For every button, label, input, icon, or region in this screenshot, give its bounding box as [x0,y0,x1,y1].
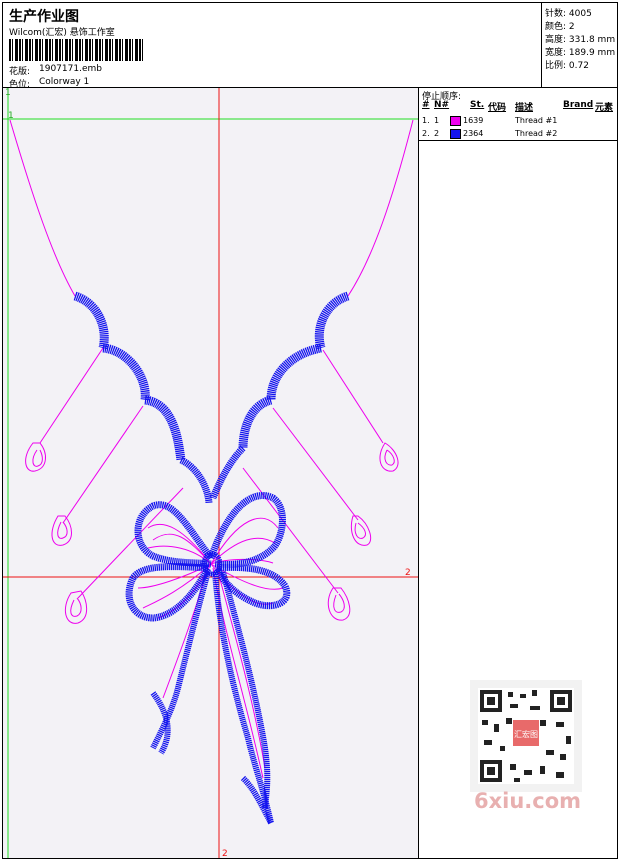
colorway-value: Colorway 1 [39,77,90,87]
qr-stamp-text: 汇宏图 [514,729,538,739]
stat-stitches: 针数: 4005 [545,9,592,19]
thread-color-swatch [450,129,461,139]
site-watermark: 6xiu.com [474,789,582,813]
studio-name: Wilcom(汇宏) 悬饰工作室 [9,28,115,38]
col-header-st: St. [470,100,485,110]
stat-colors: 颜色: 2 [545,22,575,32]
stat-scale: 比例: 0.72 [545,61,589,71]
thread-2-stitches [73,291,350,825]
stat-height: 高度: 331.8 mm [545,35,616,45]
page-title: 生产作业图 [9,9,79,25]
axis-marker-top: 1 [5,88,11,98]
embroidery-design: 1 1 2 2 [3,88,418,858]
design-label: 花版: [9,67,31,77]
stats-panel: 针数: 4005 颜色: 2 高度: 331.8 mm 宽度: 189.9 mm… [541,2,618,88]
stat-width: 宽度: 189.9 mm [545,48,616,58]
thread-1-stitches [9,119,414,779]
col-header-element: 元素 [595,103,614,113]
col-header-brand: Brand [563,100,594,110]
embroidery-design-canvas: 1 1 2 2 [3,88,418,858]
design-info-panel: 生产作业图 Wilcom(汇宏) 悬饰工作室 花版: 1907171.emb 色… [2,2,542,90]
thread-list-panel: 停止顺序: # N# St. 代码 描述 Brand 元素 1. 1 1639 … [418,87,618,141]
thread-color-swatch [450,116,461,126]
col-header-num: # [422,100,430,110]
barcode [9,39,145,61]
col-header-n: N# [434,100,450,110]
axis-marker-bottom: 2 [222,849,228,858]
col-header-code: 代码 [488,103,507,113]
col-header-desc: 描述 [515,103,534,113]
axis-marker-right: 2 [405,568,411,578]
axis-marker-left: 1 [8,111,14,121]
qr-code-watermark: 汇宏图 [470,680,582,792]
design-file-name: 1907171.emb [39,64,102,74]
